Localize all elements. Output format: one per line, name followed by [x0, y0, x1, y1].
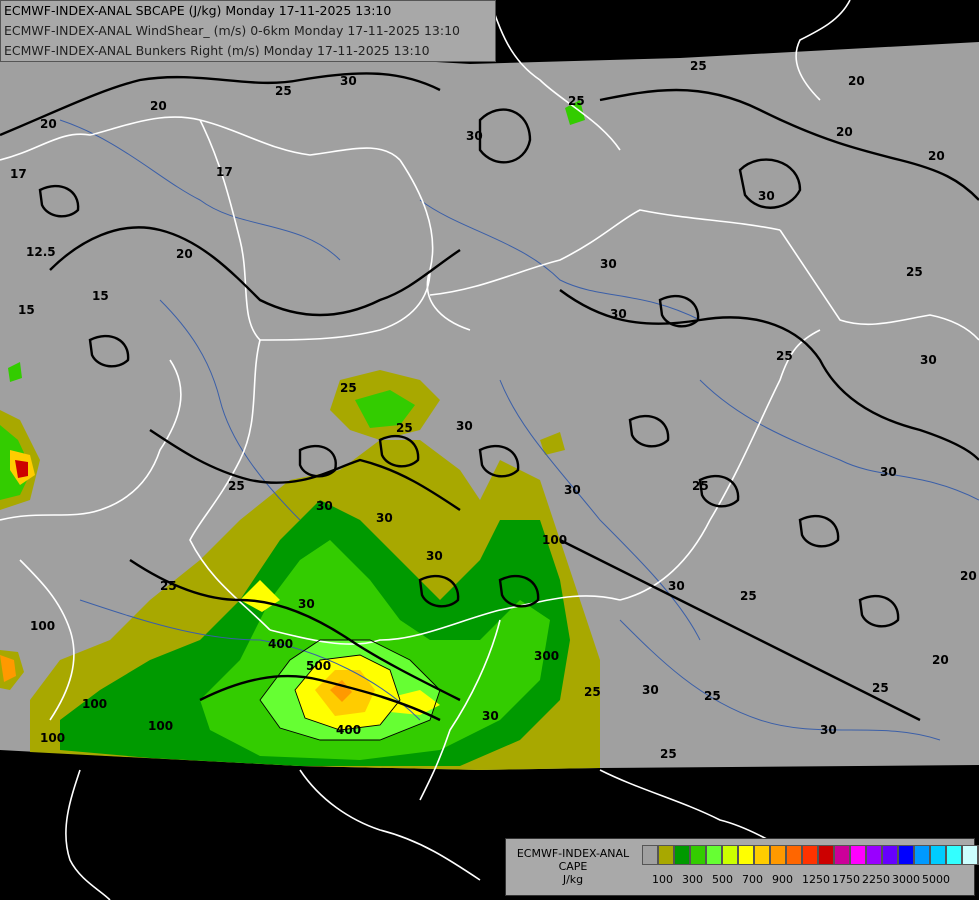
- map-label: 12.5: [26, 245, 56, 259]
- legend-tick-label: 100: [652, 873, 673, 886]
- legend-swatch: [834, 845, 850, 865]
- map-label: 100: [148, 719, 173, 733]
- legend-ticks: 100 300 500 700 900 1250 1750 2250 3000 5000: [642, 873, 972, 889]
- legend-parameter: CAPE: [558, 860, 588, 873]
- legend-swatch: [882, 845, 898, 865]
- legend-swatch: [690, 845, 706, 865]
- map-label: 30: [426, 549, 443, 563]
- map-label: 20: [150, 99, 167, 113]
- map-label: 25: [740, 589, 757, 603]
- map-label: 20: [836, 125, 853, 139]
- cape-legend: ECMWF-INDEX-ANAL CAPE J/kg 100 300 500 700 9…: [505, 838, 979, 896]
- map-label: 30: [600, 257, 617, 271]
- legend-swatch: [738, 845, 754, 865]
- map-label: 25: [228, 479, 245, 493]
- legend-tick-label: 700: [742, 873, 763, 886]
- map-label: 300: [534, 649, 559, 663]
- legend-swatch: [850, 845, 866, 865]
- legend-tick-label: 2250: [862, 873, 890, 886]
- map-label: 25: [160, 579, 177, 593]
- map-label: 20: [176, 247, 193, 261]
- map-label: 20: [960, 569, 977, 583]
- map-label: 30: [880, 465, 897, 479]
- map-label: 400: [336, 723, 361, 737]
- legend-tick-label: 1250: [802, 873, 830, 886]
- map-label: 17: [10, 167, 27, 181]
- map-label: 100: [542, 533, 567, 547]
- legend-swatch: [898, 845, 914, 865]
- map-label: 25: [275, 84, 292, 98]
- legend-swatch: [786, 845, 802, 865]
- map-label: 30: [758, 189, 775, 203]
- legend-swatch: [770, 845, 786, 865]
- map-label: 30: [920, 353, 937, 367]
- map-label: 30: [610, 307, 627, 321]
- legend-tick-label: 900: [772, 873, 793, 886]
- legend-swatch: [642, 845, 658, 865]
- legend-model: ECMWF-INDEX-ANAL: [516, 847, 630, 860]
- map-label: 17: [216, 165, 233, 179]
- map-label: 30: [298, 597, 315, 611]
- title-box: ECMWF-INDEX-ANAL SBCAPE (J/kg) Monday 17…: [0, 0, 496, 62]
- map-label: 30: [482, 709, 499, 723]
- legend-swatch: [946, 845, 962, 865]
- map-label: 25: [704, 689, 721, 703]
- weather-map: 20 25 30 30 25 30 25 20 20 20 20 17 17 1…: [0, 0, 979, 900]
- map-label: 25: [872, 681, 889, 695]
- title-line-bunkers: ECMWF-INDEX-ANAL Bunkers Right (m/s) Mon…: [4, 43, 430, 58]
- legend-swatch: [914, 845, 930, 865]
- map-label: 30: [466, 129, 483, 143]
- map-label: 100: [40, 731, 65, 745]
- map-label: 20: [932, 653, 949, 667]
- map-label: 25: [568, 94, 585, 108]
- map-label: 25: [692, 479, 709, 493]
- legend-swatch: [658, 845, 674, 865]
- map-stage: 20 25 30 30 25 30 25 20 20 20 20 17 17 1…: [0, 0, 979, 900]
- map-label: 20: [928, 149, 945, 163]
- legend-swatch: [930, 845, 946, 865]
- map-label: 25: [776, 349, 793, 363]
- legend-swatch: [754, 845, 770, 865]
- map-label: 400: [268, 637, 293, 651]
- map-label: 30: [340, 74, 357, 88]
- legend-tick-label: 300: [682, 873, 703, 886]
- title-line-sbcape: ECMWF-INDEX-ANAL SBCAPE (J/kg) Monday 17…: [4, 3, 392, 18]
- legend-swatches: [642, 845, 979, 865]
- legend-tick-label: 1750: [832, 873, 860, 886]
- map-label: 100: [82, 697, 107, 711]
- map-label: 30: [642, 683, 659, 697]
- map-label: 20: [848, 74, 865, 88]
- map-label: 25: [396, 421, 413, 435]
- map-label: 25: [340, 381, 357, 395]
- map-label: 25: [906, 265, 923, 279]
- map-label: 25: [660, 747, 677, 761]
- title-line-windshear: ECMWF-INDEX-ANAL WindShear_ (m/s) 0-6km …: [4, 23, 460, 38]
- legend-tick-label: 3000: [892, 873, 920, 886]
- map-label: 15: [92, 289, 109, 303]
- legend-swatch: [706, 845, 722, 865]
- legend-swatch: [674, 845, 690, 865]
- legend-swatch: [962, 845, 978, 865]
- legend-tick-label: 5000: [922, 873, 950, 886]
- legend-description: ECMWF-INDEX-ANAL CAPE J/kg: [510, 847, 636, 886]
- map-label: 30: [376, 511, 393, 525]
- map-label: 25: [690, 59, 707, 73]
- legend-unit: J/kg: [562, 873, 584, 886]
- legend-swatch: [802, 845, 818, 865]
- map-label: 25: [584, 685, 601, 699]
- legend-swatch: [722, 845, 738, 865]
- map-label: 30: [564, 483, 581, 497]
- map-label: 30: [668, 579, 685, 593]
- legend-tick-label: 500: [712, 873, 733, 886]
- legend-swatch: [866, 845, 882, 865]
- legend-swatch: [818, 845, 834, 865]
- map-label: 30: [820, 723, 837, 737]
- map-label: 30: [316, 499, 333, 513]
- map-label: 15: [18, 303, 35, 317]
- map-label: 100: [30, 619, 55, 633]
- map-label: 30: [456, 419, 473, 433]
- map-label: 20: [40, 117, 57, 131]
- map-label: 500: [306, 659, 331, 673]
